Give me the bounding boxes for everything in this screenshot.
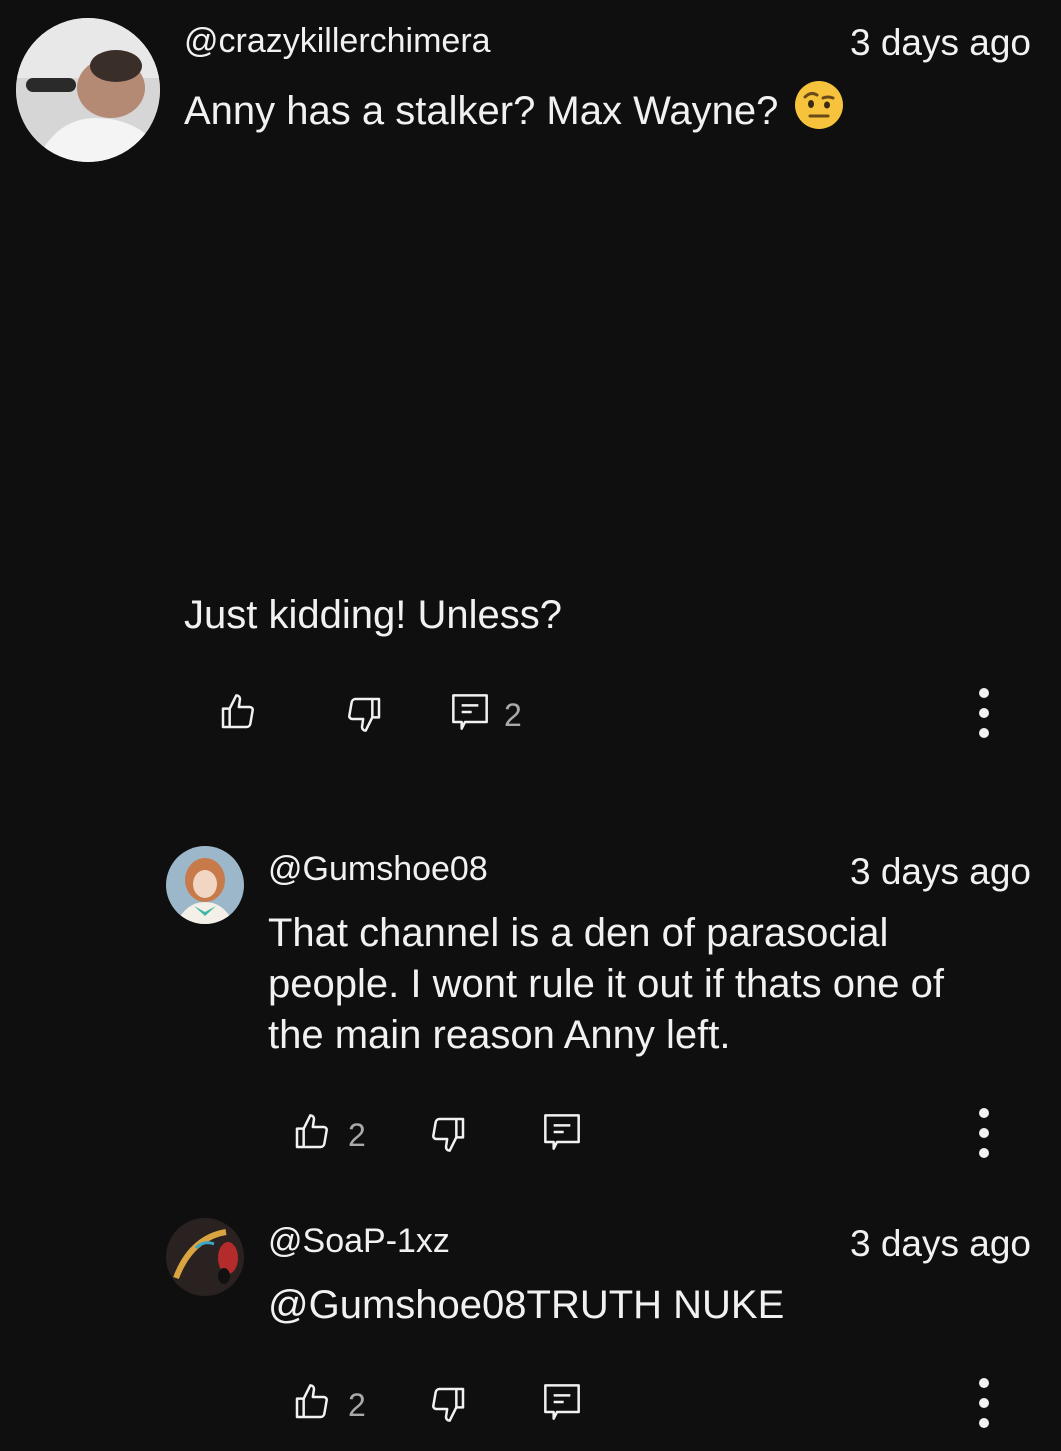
comment-text: Anny has a stalker? Max Wayne? <box>184 89 779 133</box>
dislike-button[interactable] <box>344 694 384 734</box>
reply-button[interactable] <box>450 692 490 732</box>
like-button[interactable] <box>218 692 258 732</box>
avatar-crazykillerchimera[interactable] <box>16 18 160 162</box>
comment-text-line2: Just kidding! Unless? <box>184 593 562 637</box>
more-options-icon <box>979 1108 989 1158</box>
avatar-image <box>16 18 160 162</box>
reply-text: That channel is a den of parasocial peop… <box>268 911 944 1057</box>
more-options-button[interactable] <box>974 688 994 738</box>
reply-count[interactable]: 2 <box>504 697 522 734</box>
reply-timestamp: 3 days ago <box>849 1223 1031 1264</box>
like-icon <box>295 1384 328 1419</box>
like-button[interactable] <box>292 1382 332 1422</box>
more-options-icon <box>979 1378 989 1428</box>
more-options-icon <box>979 688 989 738</box>
dislike-button[interactable] <box>428 1384 468 1424</box>
like-icon <box>295 1114 328 1149</box>
reply-icon <box>544 1384 580 1420</box>
face-with-raised-eyebrow-emoji <box>794 80 844 143</box>
comment-author[interactable]: @crazykillerchimera <box>184 22 491 61</box>
reply-icon <box>452 694 488 730</box>
more-options-button[interactable] <box>974 1378 994 1428</box>
like-count: 2 <box>348 1117 366 1153</box>
like-button[interactable] <box>292 1112 332 1152</box>
reply-button[interactable] <box>542 1382 582 1422</box>
reply-timestamp: 3 days ago <box>849 851 1031 892</box>
dislike-button[interactable] <box>428 1114 468 1154</box>
reply-icon <box>544 1114 580 1150</box>
avatar-image <box>166 846 244 924</box>
comment-text-line1: Anny has a stalker? Max Wayne? <box>184 80 844 143</box>
like-count: 2 <box>348 1387 366 1423</box>
more-options-button[interactable] <box>974 1108 994 1158</box>
reply-text: @Gumshoe08TRUTH NUKE <box>268 1283 785 1327</box>
comment-timestamp: 3 days ago <box>849 22 1031 63</box>
reply-button[interactable] <box>542 1112 582 1152</box>
dislike-icon <box>348 697 381 732</box>
avatar-gumshoe08[interactable] <box>166 846 244 924</box>
like-icon <box>221 694 254 729</box>
reply-author[interactable]: @SoaP-1xz <box>268 1222 450 1261</box>
avatar-image <box>166 1218 244 1296</box>
avatar-soap-1xz[interactable] <box>166 1218 244 1296</box>
dislike-icon <box>432 1117 465 1152</box>
dislike-icon <box>432 1387 465 1422</box>
reply-author[interactable]: @Gumshoe08 <box>268 850 488 889</box>
